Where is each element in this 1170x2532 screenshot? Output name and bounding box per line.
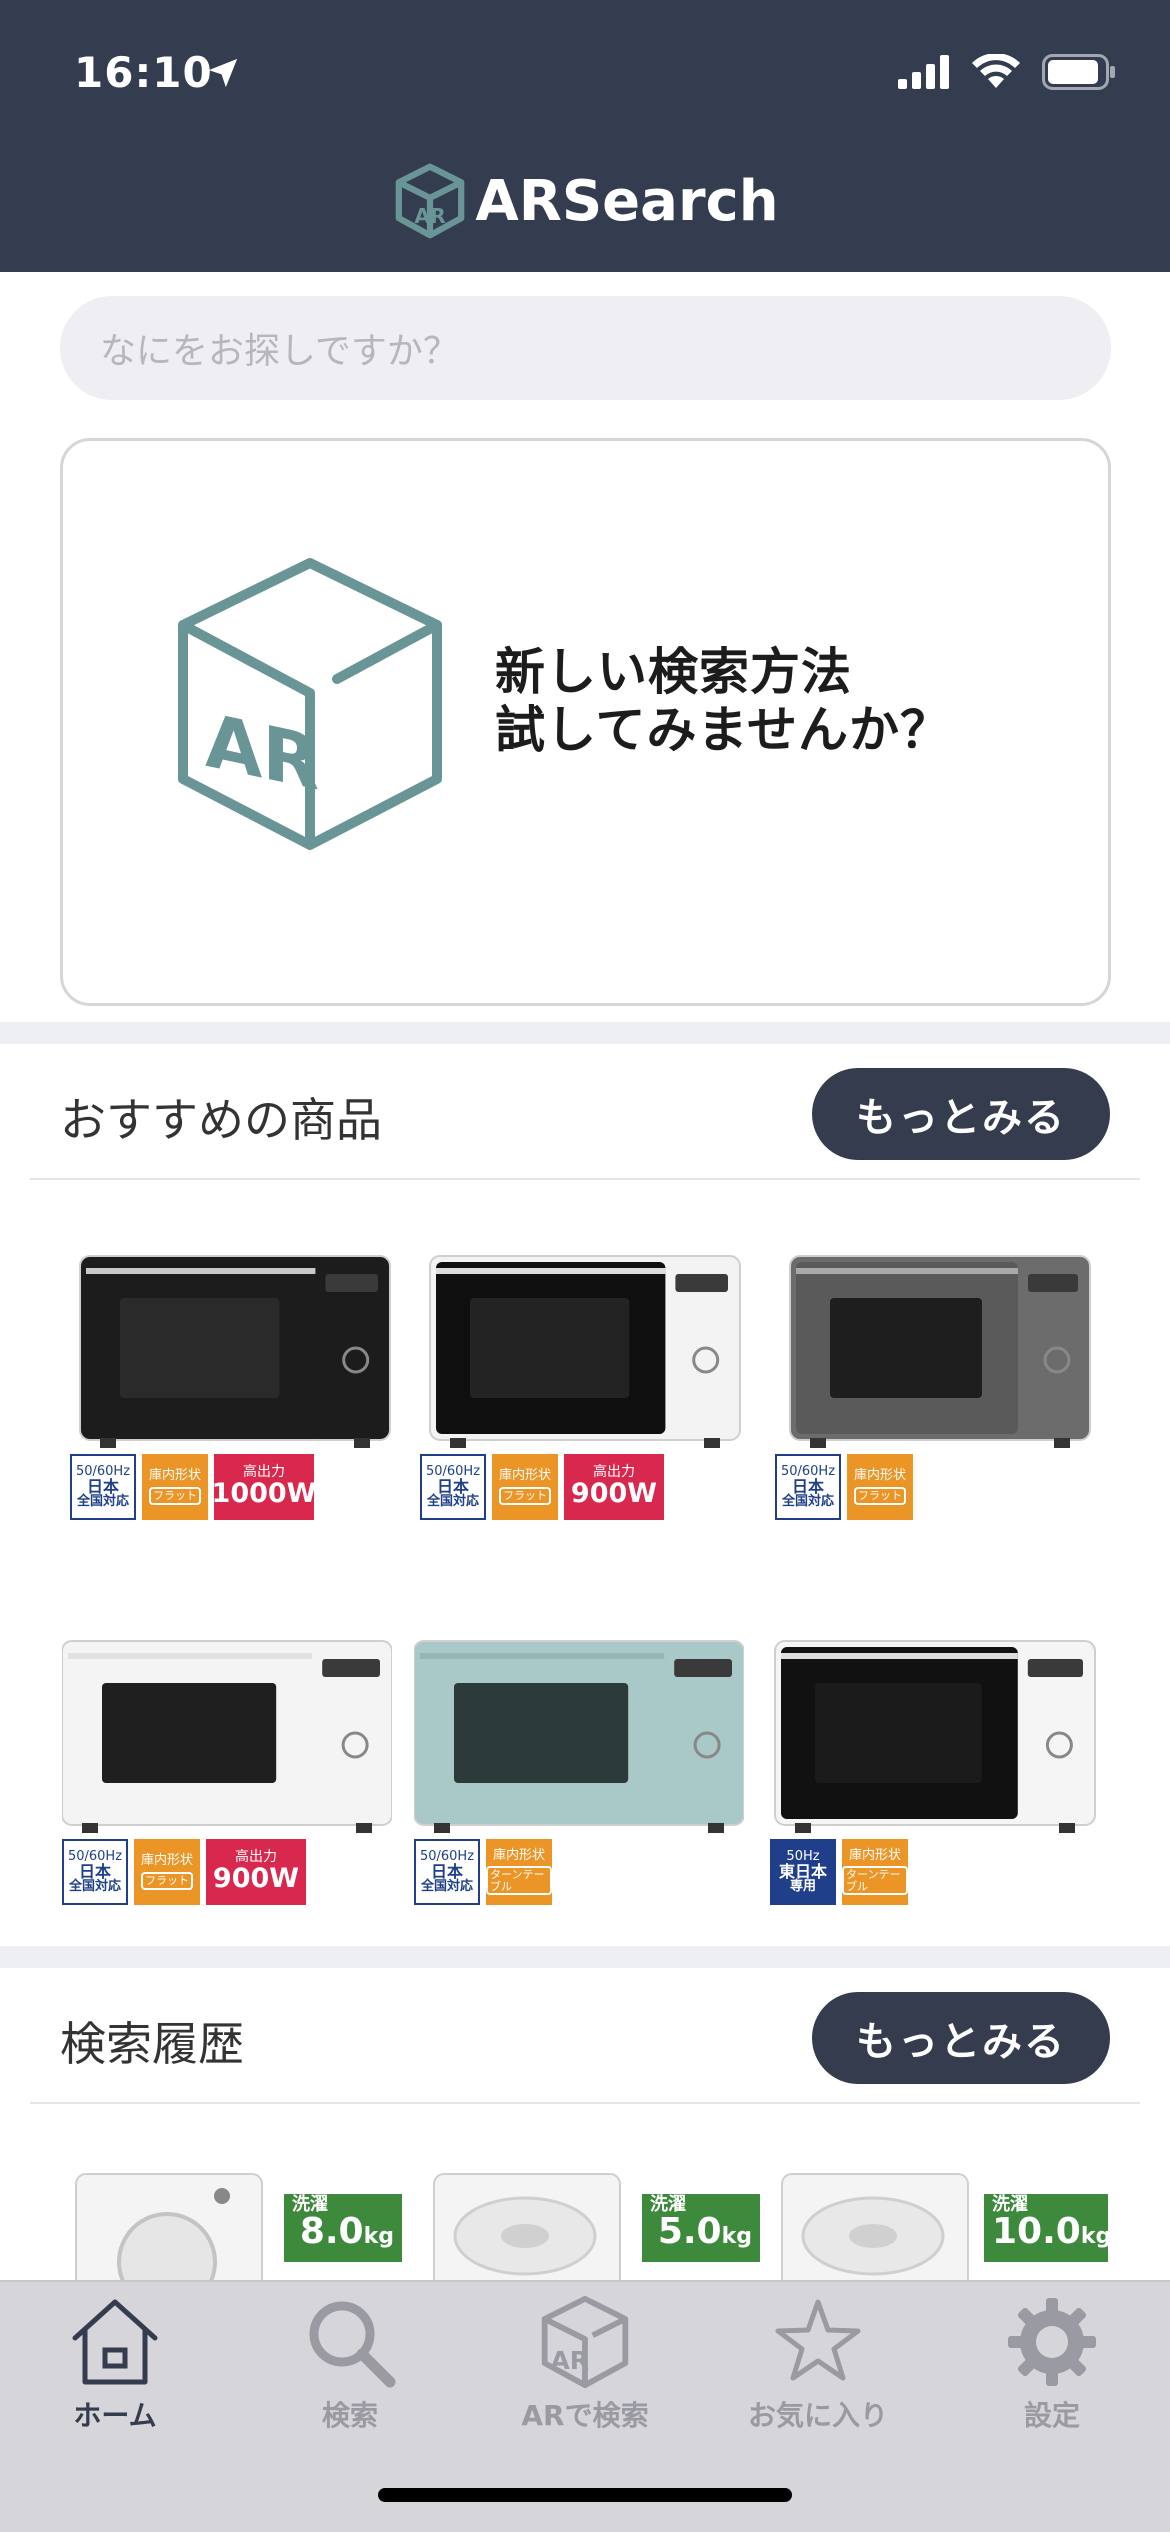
search-icon xyxy=(309,2301,396,2388)
battery-icon xyxy=(1042,54,1115,90)
frequency-badge: 50/60Hz 日本 全国対応 xyxy=(414,1839,480,1905)
banner-line-2: 試してみませんか？ xyxy=(495,701,951,759)
product-card[interactable]: 50/60Hz 日本 全国対応 庫内形状 フラット 高出力 900W xyxy=(62,1635,392,1935)
search-placeholder: なにをお探しですか？ xyxy=(100,331,459,372)
home-indicator xyxy=(378,2488,792,2502)
capacity-badge: 洗濯 10.0kg xyxy=(984,2194,1108,2262)
frequency-badge: 50/60Hz 日本 全国対応 xyxy=(775,1454,841,1520)
product-image xyxy=(414,1640,744,1833)
washing-machine-image xyxy=(75,2173,263,2296)
history-title: 検索履歴 xyxy=(60,2017,244,2071)
spec-badges: 50/60Hz 日本 全国対応 庫内形状 フラット 高出力 1000W xyxy=(70,1454,400,1520)
status-indicators xyxy=(898,54,1116,90)
location-arrow-icon xyxy=(208,58,238,88)
frequency-badge: 50/60Hz 日本 全国対応 xyxy=(62,1839,128,1905)
history-more-button[interactable]: もっとみる xyxy=(812,1992,1110,2084)
ar-cube-logo-icon: AR xyxy=(396,163,465,239)
ar-search-banner[interactable]: AR 新しい検索方法 試してみませんか？ xyxy=(60,438,1111,1006)
section-separator xyxy=(0,1022,1170,1044)
tab-settings[interactable]: 設定 xyxy=(952,2294,1152,2434)
tab-search-label: 検索 xyxy=(321,2399,378,2432)
tab-ar-icon-text: AR xyxy=(550,2346,589,2375)
ar-cube-icon: AR xyxy=(541,2295,629,2389)
output-badge: 高出力 1000W xyxy=(212,1454,316,1520)
recommended-divider xyxy=(30,1178,1140,1180)
chamber-shape-badge: 庫内形状 フラット xyxy=(492,1454,558,1520)
tab-home[interactable]: ホーム xyxy=(15,2294,215,2434)
product-card[interactable]: 50/60Hz 日本 全国対応 庫内形状 フラット 高出力 900W xyxy=(420,1250,750,1550)
washing-machine-image xyxy=(433,2173,621,2296)
recommended-more-button[interactable]: もっとみる xyxy=(812,1068,1110,1160)
banner-line-1: 新しい検索方法 xyxy=(495,643,852,701)
product-card[interactable]: 50/60Hz 日本 全国対応 庫内形状 フラット 高出力 1000W xyxy=(70,1250,400,1550)
product-image xyxy=(62,1640,392,1833)
status-time: 16:10 xyxy=(74,48,213,97)
history-item[interactable]: 洗濯 10.0kg xyxy=(778,2166,1108,2296)
search-input[interactable]: なにをお探しですか？ xyxy=(60,296,1111,400)
washing-machine-image xyxy=(781,2173,969,2296)
gear-icon xyxy=(1008,2298,1096,2386)
banner-message: 新しい検索方法 試してみませんか？ xyxy=(495,643,951,759)
frequency-badge: 50/60Hz 日本 全国対応 xyxy=(70,1454,136,1520)
tab-home-label: ホーム xyxy=(73,2399,157,2432)
output-badge: 高出力 900W xyxy=(564,1454,664,1520)
tab-ar-search-label: ARで検索 xyxy=(521,2399,649,2432)
star-icon xyxy=(775,2299,861,2381)
product-card[interactable]: 50/60Hz 日本 全国対応 庫内形状 フラット xyxy=(775,1250,1105,1550)
spec-badges: 50/60Hz 日本 全国対応 庫内形状 フラット xyxy=(775,1454,1105,1520)
home-icon xyxy=(72,2299,158,2385)
spec-badges: 50Hz 東日本 専用 庫内形状 ターンテーブル xyxy=(770,1839,1100,1905)
history-item[interactable]: 洗濯 5.0kg xyxy=(430,2166,760,2296)
product-image xyxy=(789,1255,1091,1448)
chamber-shape-badge: 庫内形状 フラット xyxy=(134,1839,200,1905)
banner-icon-text: AR xyxy=(205,697,319,807)
spec-badges: 50/60Hz 日本 全国対応 庫内形状 フラット 高出力 900W xyxy=(62,1839,392,1905)
logo-badge-text: AR xyxy=(415,204,447,228)
spec-badges: 50/60Hz 日本 全国対応 庫内形状 ターンテーブル xyxy=(414,1839,744,1905)
product-image xyxy=(79,1255,391,1448)
ar-cube-icon: AR xyxy=(178,558,442,850)
product-image xyxy=(774,1640,1096,1833)
chamber-shape-badge: 庫内形状 フラット xyxy=(847,1454,913,1520)
tab-search[interactable]: 検索 xyxy=(250,2294,450,2434)
spec-badges: 50/60Hz 日本 全国対応 庫内形状 フラット 高出力 900W xyxy=(420,1454,750,1520)
frequency-badge: 50Hz 東日本 専用 xyxy=(770,1839,836,1905)
chamber-shape-badge: 庫内形状 フラット xyxy=(142,1454,208,1520)
app-header: 16:10 AR ARSearch xyxy=(0,0,1170,272)
product-card[interactable]: 50Hz 東日本 専用 庫内形状 ターンテーブル xyxy=(770,1635,1100,1935)
recommended-title: おすすめの商品 xyxy=(60,1093,382,1147)
app-name: ARSearch xyxy=(475,168,779,234)
capacity-badge: 洗濯 8.0kg xyxy=(284,2194,402,2262)
output-badge: 高出力 900W xyxy=(206,1839,306,1905)
capacity-badge: 洗濯 5.0kg xyxy=(642,2194,760,2262)
tab-ar-search[interactable]: AR ARで検索 xyxy=(485,2294,685,2434)
frequency-badge: 50/60Hz 日本 全国対応 xyxy=(420,1454,486,1520)
wifi-icon xyxy=(972,54,1020,88)
app-logo: AR ARSearch xyxy=(0,162,1170,240)
history-item[interactable]: 洗濯 8.0kg xyxy=(72,2166,402,2296)
cellular-signal-icon xyxy=(898,55,949,89)
tab-settings-label: 設定 xyxy=(1023,2399,1080,2432)
tab-favorites-label: お気に入り xyxy=(747,2399,888,2432)
history-divider xyxy=(30,2102,1140,2104)
tab-favorites[interactable]: お気に入り xyxy=(718,2294,918,2434)
chamber-shape-badge: 庫内形状 ターンテーブル xyxy=(842,1839,908,1905)
product-card[interactable]: 50/60Hz 日本 全国対応 庫内形状 ターンテーブル xyxy=(414,1635,744,1935)
product-image xyxy=(429,1255,741,1448)
section-separator xyxy=(0,1946,1170,1968)
chamber-shape-badge: 庫内形状 ターンテーブル xyxy=(486,1839,552,1905)
